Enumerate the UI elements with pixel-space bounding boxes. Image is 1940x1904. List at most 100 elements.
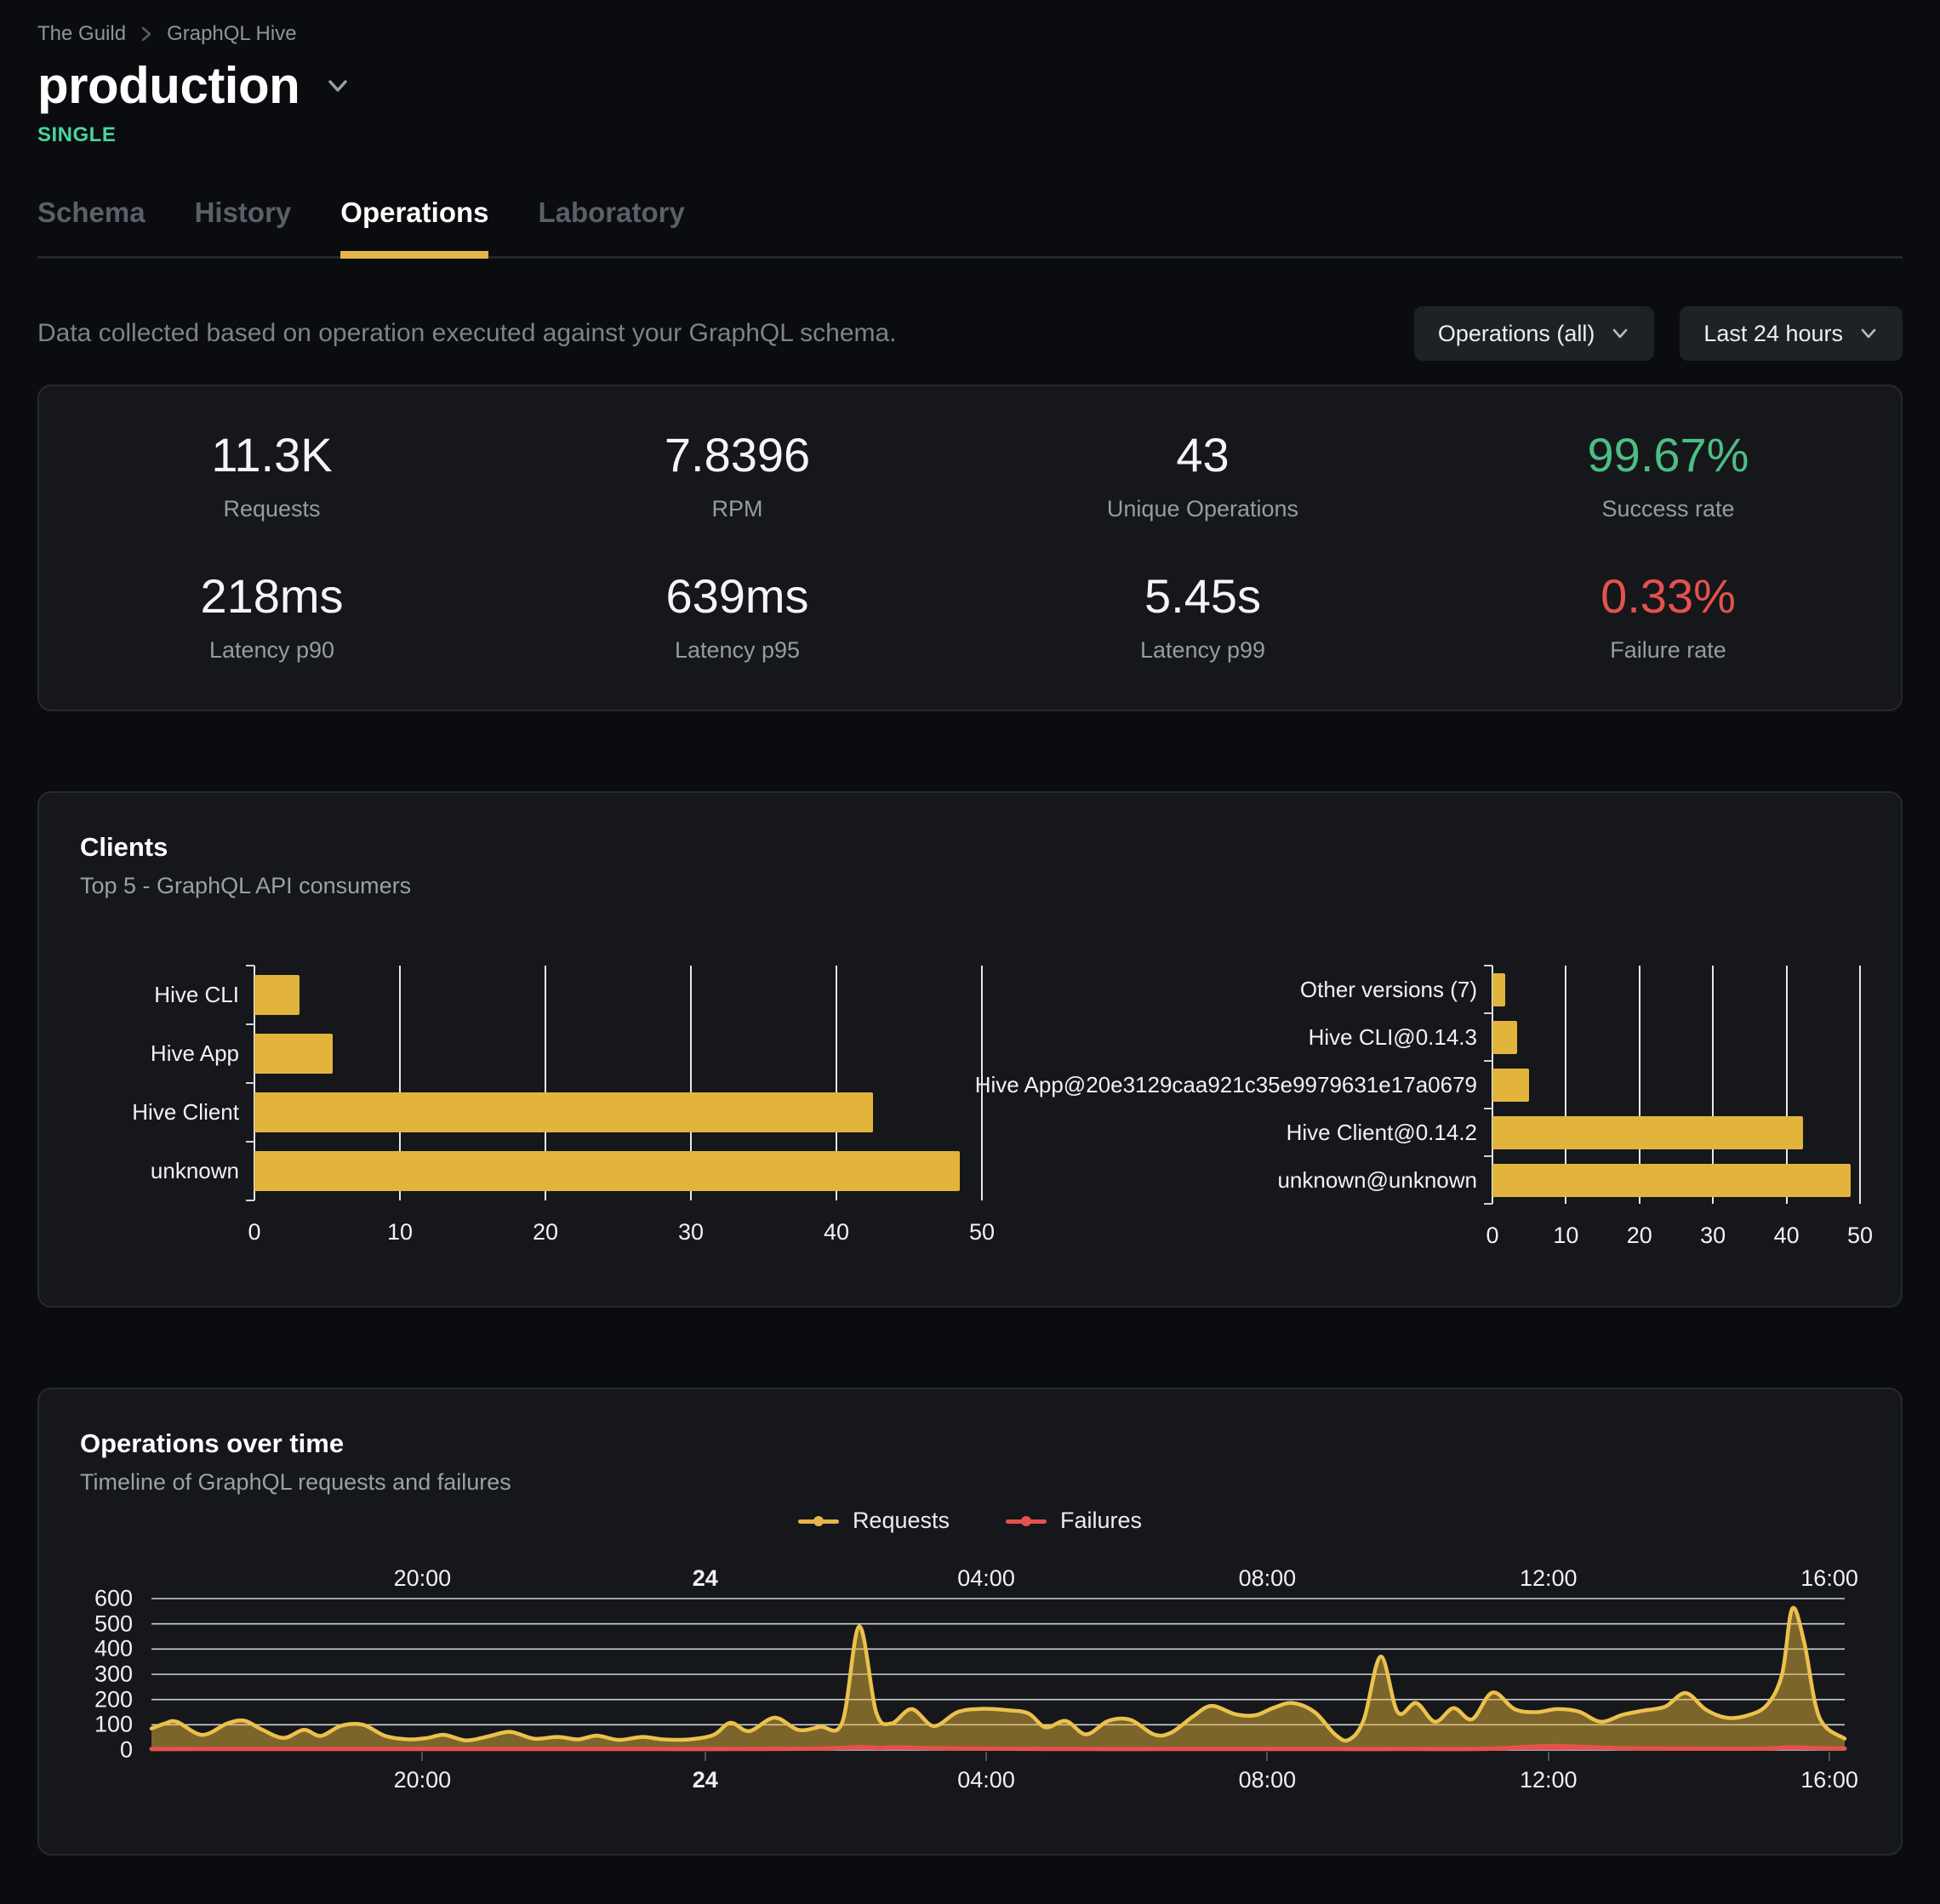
category-tick — [246, 1141, 254, 1143]
legend-item-failures[interactable]: Failures — [1006, 1508, 1142, 1534]
category-label: Hive Client — [80, 1083, 254, 1142]
category-label: Hive App@20e3129caa921c35e9979631e17a067… — [995, 1061, 1492, 1109]
tab-history[interactable]: History — [195, 197, 292, 256]
legend-label: Failures — [1060, 1508, 1142, 1534]
stat-rpm: 7.8396 RPM — [505, 427, 970, 522]
category-tick — [1484, 1060, 1492, 1062]
stat-label: Success rate — [1435, 496, 1901, 522]
stat-value: 0.33% — [1435, 568, 1901, 624]
page-description: Data collected based on operation execut… — [37, 319, 897, 348]
bar-plot — [254, 966, 982, 1200]
stat-label: Requests — [39, 496, 505, 522]
x-axis-label: 08:00 — [1239, 1565, 1297, 1592]
category-label: Hive CLI@0.14.3 — [995, 1013, 1492, 1061]
clients-charts-row: Hive CLIHive AppHive Clientunknown 01020… — [80, 966, 1860, 1251]
operations-filter-dropdown[interactable]: Operations (all) — [1414, 306, 1655, 361]
x-axis-label: 12:00 — [1520, 1767, 1578, 1793]
tab-operations[interactable]: Operations — [340, 197, 488, 256]
tabbar: Schema History Operations Laboratory — [37, 197, 1903, 259]
y-axis-label: 0 — [120, 1737, 133, 1764]
axis-tick-label: 40 — [1774, 1223, 1800, 1249]
timeline-plot — [151, 1599, 1845, 1750]
gridline — [1859, 966, 1861, 1204]
stat-value: 7.8396 — [505, 427, 970, 482]
bar-plot — [1492, 966, 1860, 1204]
category-tick — [1484, 965, 1492, 966]
period-filter-dropdown[interactable]: Last 24 hours — [1680, 306, 1903, 361]
chart-legend: Requests Failures — [80, 1508, 1860, 1534]
category-label: Hive App — [80, 1024, 254, 1083]
axis-tick-label: 30 — [1700, 1223, 1726, 1249]
x-axis-label: 24 — [693, 1565, 718, 1592]
bar — [254, 1092, 873, 1132]
x-axis-bottom: 20:002404:0008:0012:0016:00 — [151, 1750, 1845, 1799]
stat-label: Failure rate — [1435, 637, 1901, 664]
y-axis-label: 300 — [94, 1662, 133, 1688]
target-mode-badge: SINGLE — [37, 123, 1903, 147]
x-axis: 01020304050 — [254, 1200, 982, 1248]
y-axis-label: 600 — [94, 1586, 133, 1612]
y-axis-label: 500 — [94, 1610, 133, 1637]
x-axis-label: 16:00 — [1800, 1767, 1858, 1793]
requests-area — [151, 1608, 1845, 1750]
y-axis: 0100200300400500600 — [80, 1599, 151, 1750]
clients-by-version-chart: Other versions (7)Hive CLI@0.14.3Hive Ap… — [995, 966, 1860, 1251]
operations-timeline-chart: 20:002404:0008:0012:0016:00 010020030040… — [80, 1559, 1860, 1799]
chevron-down-icon[interactable] — [323, 76, 352, 96]
clients-card-title: Clients — [80, 832, 1860, 863]
axis-tick-label: 10 — [1553, 1223, 1578, 1249]
page: The Guild GraphQL Hive production SINGLE… — [0, 0, 1940, 1856]
legend-label: Requests — [853, 1508, 950, 1534]
stat-value: 639ms — [505, 568, 970, 624]
x-axis-top: 20:002404:0008:0012:0016:00 — [151, 1559, 1845, 1599]
timeline-svg — [151, 1599, 1845, 1750]
axis-tick-label: 50 — [1847, 1223, 1873, 1249]
breadcrumb: The Guild GraphQL Hive — [37, 0, 1903, 46]
stats-card: 11.3K Requests 7.8396 RPM 43 Unique Oper… — [37, 385, 1903, 711]
y-axis-label: 100 — [94, 1712, 133, 1738]
stat-latency-p90: 218ms Latency p90 — [39, 568, 505, 664]
operations-card: Operations over time Timeline of GraphQL… — [37, 1388, 1903, 1856]
bar — [254, 1034, 333, 1074]
category-labels: Hive CLIHive AppHive Clientunknown — [80, 966, 254, 1200]
stat-value: 11.3K — [39, 427, 505, 482]
breadcrumb-project[interactable]: GraphQL Hive — [167, 22, 297, 46]
operations-filter-label: Operations (all) — [1438, 321, 1595, 347]
operations-card-title: Operations over time — [80, 1428, 1860, 1459]
stat-label: RPM — [505, 496, 970, 522]
axis-tick-label: 20 — [533, 1219, 558, 1246]
category-label: Hive CLI — [80, 966, 254, 1024]
legend-item-requests[interactable]: Requests — [798, 1508, 950, 1534]
tab-laboratory[interactable]: Laboratory — [538, 197, 684, 256]
x-axis-label: 04:00 — [957, 1565, 1015, 1592]
failures-series-icon — [1006, 1511, 1047, 1531]
controls-row: Data collected based on operation execut… — [37, 306, 1903, 361]
gridline — [981, 966, 983, 1200]
stat-value: 99.67% — [1435, 427, 1901, 482]
category-tick — [1484, 1155, 1492, 1157]
title-row: production — [37, 56, 1903, 115]
stat-failure-rate: 0.33% Failure rate — [1435, 568, 1901, 664]
clients-card-subtitle: Top 5 - GraphQL API consumers — [80, 873, 1860, 899]
category-tick — [246, 1082, 254, 1084]
x-axis-label: 08:00 — [1239, 1767, 1297, 1793]
category-tick — [1484, 1203, 1492, 1205]
bar — [1492, 973, 1505, 1006]
axis-tick-label: 0 — [248, 1219, 260, 1246]
stat-label: Latency p99 — [970, 637, 1435, 664]
category-tick — [246, 965, 254, 966]
x-axis-label: 12:00 — [1520, 1565, 1578, 1592]
stat-label: Latency p90 — [39, 637, 505, 664]
axis-tick-label: 20 — [1627, 1223, 1652, 1249]
x-axis-label: 24 — [693, 1767, 718, 1793]
breadcrumb-org[interactable]: The Guild — [37, 22, 126, 46]
category-tick — [246, 1023, 254, 1025]
category-label: Other versions (7) — [995, 966, 1492, 1013]
category-tick — [246, 1200, 254, 1201]
stat-latency-p95: 639ms Latency p95 — [505, 568, 970, 664]
category-label: Hive Client@0.14.2 — [995, 1109, 1492, 1156]
stat-success-rate: 99.67% Success rate — [1435, 427, 1901, 522]
category-label: unknown — [80, 1142, 254, 1200]
x-axis-label: 04:00 — [957, 1767, 1015, 1793]
tab-schema[interactable]: Schema — [37, 197, 146, 256]
